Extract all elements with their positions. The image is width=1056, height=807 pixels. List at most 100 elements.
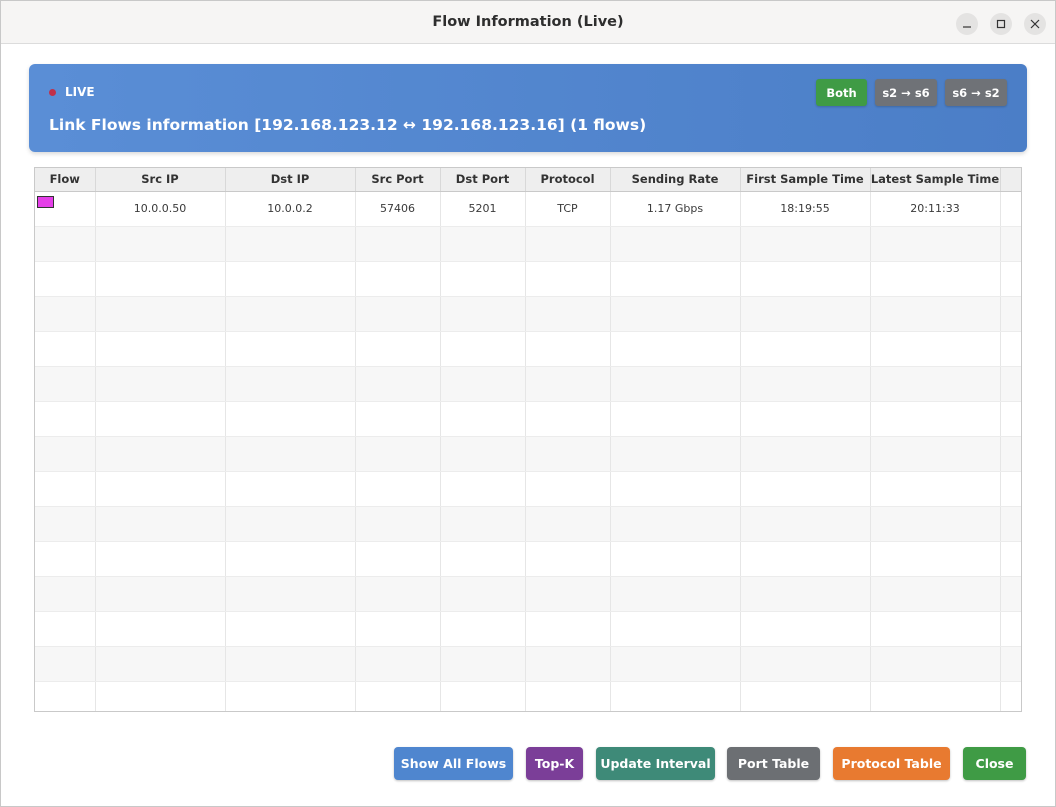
protocol-cell: TCP — [525, 191, 611, 227]
empty-cell — [525, 226, 611, 262]
empty-cell — [610, 226, 741, 262]
flow-information-window: Flow Information (Live) LIVE Link Flows … — [0, 0, 1056, 807]
empty-cell — [740, 541, 871, 577]
empty-cell — [870, 296, 1001, 332]
empty-cell — [440, 506, 526, 542]
empty-cell — [740, 471, 871, 507]
flows-table[interactable]: Flow Src IP Dst IP Src Port Dst Port Pro… — [34, 167, 1022, 712]
empty-cell — [355, 506, 441, 542]
empty-cell — [525, 261, 611, 297]
empty-cell — [610, 436, 741, 472]
empty-table-row — [35, 331, 1021, 367]
empty-cell — [355, 261, 441, 297]
empty-cell — [525, 541, 611, 577]
table-row[interactable]: 10.0.0.50 10.0.0.2 57406 5201 TCP 1.17 G… — [35, 191, 1021, 227]
column-header-sending-rate[interactable]: Sending Rate — [610, 168, 741, 192]
empty-cell — [1000, 471, 1021, 507]
first-sample-time-cell: 18:19:55 — [740, 191, 871, 227]
empty-cell — [1000, 611, 1021, 647]
empty-cell — [355, 331, 441, 367]
empty-cell — [355, 296, 441, 332]
empty-cell — [870, 226, 1001, 262]
empty-cell — [610, 681, 741, 711]
empty-cell — [1000, 541, 1021, 577]
empty-table-row — [35, 296, 1021, 332]
empty-cell — [355, 471, 441, 507]
empty-cell — [610, 471, 741, 507]
empty-cell — [355, 541, 441, 577]
empty-cell — [525, 576, 611, 612]
empty-cell — [740, 366, 871, 402]
close-window-button[interactable] — [1024, 13, 1046, 35]
empty-cell — [95, 611, 226, 647]
direction-s6-s2-button[interactable]: s6 → s2 — [945, 79, 1007, 106]
close-button[interactable]: Close — [963, 747, 1026, 780]
empty-cell — [95, 506, 226, 542]
show-all-flows-button[interactable]: Show All Flows — [394, 747, 513, 780]
direction-both-button[interactable]: Both — [816, 79, 867, 106]
empty-cell — [225, 226, 356, 262]
link-flows-title: Link Flows information [192.168.123.12 ↔… — [49, 116, 647, 134]
flow-color-cell — [35, 191, 96, 227]
protocol-table-button[interactable]: Protocol Table — [833, 747, 950, 780]
src-port-cell: 57406 — [355, 191, 441, 227]
port-table-button[interactable]: Port Table — [727, 747, 820, 780]
minimize-button[interactable] — [956, 13, 978, 35]
top-k-button[interactable]: Top-K — [526, 747, 583, 780]
empty-cell — [870, 506, 1001, 542]
empty-cell — [35, 261, 96, 297]
direction-s2-s6-button[interactable]: s2 → s6 — [875, 79, 937, 106]
empty-cell — [740, 401, 871, 437]
column-header-protocol[interactable]: Protocol — [525, 168, 611, 192]
empty-cell — [1000, 366, 1021, 402]
window-title: Flow Information (Live) — [432, 14, 624, 30]
empty-cell — [95, 261, 226, 297]
empty-cell — [35, 226, 96, 262]
column-header-first-sample-time[interactable]: First Sample Time — [740, 168, 871, 192]
empty-cell — [870, 646, 1001, 682]
empty-cell — [610, 296, 741, 332]
column-header-dst-port[interactable]: Dst Port — [440, 168, 526, 192]
empty-cell — [870, 471, 1001, 507]
empty-table-row — [35, 681, 1021, 711]
empty-cell — [1000, 436, 1021, 472]
empty-table-row — [35, 471, 1021, 507]
empty-cell — [35, 506, 96, 542]
empty-cell — [355, 436, 441, 472]
column-header-dst-ip[interactable]: Dst IP — [225, 168, 356, 192]
column-header-flow[interactable]: Flow — [35, 168, 96, 192]
empty-cell — [95, 646, 226, 682]
empty-cell — [870, 331, 1001, 367]
empty-cell — [440, 576, 526, 612]
empty-cell — [225, 681, 356, 711]
empty-cell — [35, 541, 96, 577]
dst-ip-cell: 10.0.0.2 — [225, 191, 356, 227]
empty-cell — [225, 646, 356, 682]
column-header-src-ip[interactable]: Src IP — [95, 168, 226, 192]
empty-cell — [95, 541, 226, 577]
empty-cell — [35, 401, 96, 437]
empty-cell — [1000, 226, 1021, 262]
title-bar[interactable]: Flow Information (Live) — [1, 1, 1055, 44]
empty-cell — [525, 506, 611, 542]
empty-cell — [225, 366, 356, 402]
empty-table-row — [35, 401, 1021, 437]
maximize-button[interactable] — [990, 13, 1012, 35]
empty-cell — [1000, 506, 1021, 542]
empty-cell — [95, 226, 226, 262]
empty-table-row — [35, 261, 1021, 297]
empty-cell — [610, 611, 741, 647]
empty-cell — [1000, 401, 1021, 437]
column-header-src-port[interactable]: Src Port — [355, 168, 441, 192]
empty-cell — [610, 646, 741, 682]
empty-cell — [225, 331, 356, 367]
dst-port-cell: 5201 — [440, 191, 526, 227]
empty-cell — [870, 261, 1001, 297]
empty-cell — [525, 366, 611, 402]
empty-cell — [740, 681, 871, 711]
column-header-latest-sample-time[interactable]: Latest Sample Time — [870, 168, 1001, 192]
update-interval-button[interactable]: Update Interval — [596, 747, 715, 780]
empty-cell — [35, 681, 96, 711]
empty-cell — [95, 436, 226, 472]
empty-cell — [1000, 331, 1021, 367]
